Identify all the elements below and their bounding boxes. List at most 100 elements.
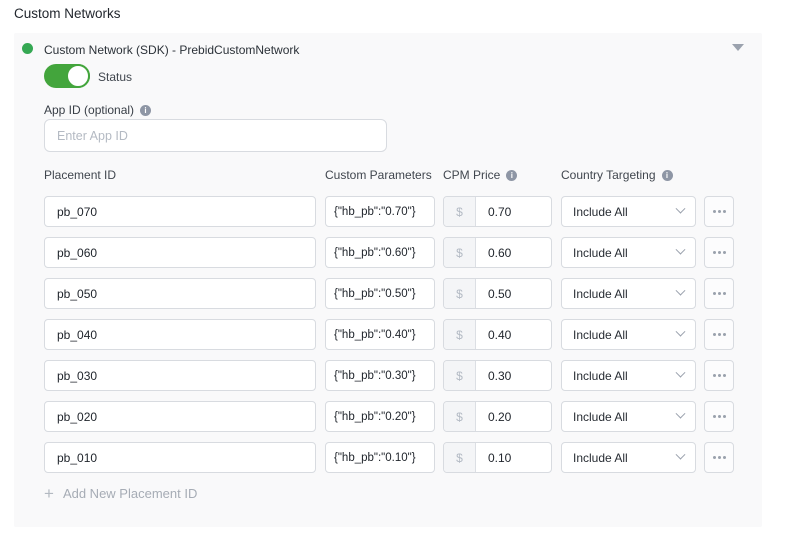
placement-id-input[interactable] [44,278,316,309]
currency-symbol: $ [444,238,476,267]
custom-network-panel: Custom Network (SDK) - PrebidCustomNetwo… [14,33,762,527]
custom-parameters-input[interactable] [325,319,435,350]
placement-row: $ Include All [44,442,734,473]
more-options-icon [713,333,726,336]
placement-id-input[interactable] [44,442,316,473]
currency-symbol: $ [444,361,476,390]
network-title: Custom Network (SDK) - PrebidCustomNetwo… [44,43,299,57]
chevron-down-icon [676,204,686,214]
country-targeting-select[interactable]: Include All [561,278,696,309]
more-options-button[interactable] [704,278,734,309]
cpm-price-field: $ [443,319,552,350]
add-placement-label: Add New Placement ID [63,486,197,501]
more-options-icon [713,210,726,213]
more-options-button[interactable] [704,237,734,268]
chevron-down-icon [676,245,686,255]
network-status-dot-icon [22,43,33,54]
placement-row: $ Include All [44,237,734,268]
placement-id-input[interactable] [44,401,316,432]
currency-symbol: $ [444,443,476,472]
cpm-price-field: $ [443,278,552,309]
placement-id-input[interactable] [44,319,316,350]
cpm-price-field: $ [443,360,552,391]
country-targeting-value: Include All [573,410,628,424]
column-header-text: Custom Parameters [325,168,432,182]
cpm-price-input[interactable] [476,197,551,226]
more-options-button[interactable] [704,360,734,391]
custom-parameters-input[interactable] [325,360,435,391]
app-id-input[interactable] [44,119,387,152]
custom-parameters-input[interactable] [325,442,435,473]
placement-id-input[interactable] [44,360,316,391]
more-options-icon [713,374,726,377]
column-header-cpm-price: CPM Price i [443,168,552,182]
more-options-button[interactable] [704,401,734,432]
column-header-text: CPM Price [443,168,500,182]
cpm-price-field: $ [443,196,552,227]
app-id-label: App ID (optional) i [44,103,151,117]
chevron-down-icon [676,286,686,296]
cpm-price-input[interactable] [476,402,551,431]
cpm-price-field: $ [443,237,552,268]
country-targeting-select[interactable]: Include All [561,237,696,268]
more-options-icon [713,456,726,459]
currency-symbol: $ [444,402,476,431]
page-title: Custom Networks [14,6,121,21]
info-icon[interactable]: i [140,105,151,116]
placement-row: $ Include All [44,196,734,227]
more-options-button[interactable] [704,319,734,350]
add-placement-button[interactable]: + Add New Placement ID [44,485,197,502]
cpm-price-input[interactable] [476,279,551,308]
column-header-text: Placement ID [44,168,116,182]
custom-parameters-input[interactable] [325,401,435,432]
status-label: Status [98,70,132,84]
status-toggle[interactable] [44,64,90,88]
currency-symbol: $ [444,320,476,349]
placement-id-input[interactable] [44,237,316,268]
currency-symbol: $ [444,197,476,226]
country-targeting-value: Include All [573,205,628,219]
column-header-placement-id: Placement ID [44,168,316,182]
chevron-down-icon [676,368,686,378]
country-targeting-select[interactable]: Include All [561,360,696,391]
country-targeting-select[interactable]: Include All [561,442,696,473]
placement-row: $ Include All [44,278,734,309]
more-options-icon [713,292,726,295]
placement-row: $ Include All [44,319,734,350]
custom-networks-page: Custom Networks Custom Network (SDK) - P… [0,0,798,541]
country-targeting-value: Include All [573,246,628,260]
country-targeting-value: Include All [573,287,628,301]
custom-parameters-input[interactable] [325,196,435,227]
chevron-down-icon [676,327,686,337]
country-targeting-select[interactable]: Include All [561,196,696,227]
chevron-down-icon [676,450,686,460]
chevron-down-icon [676,409,686,419]
plus-icon: + [44,485,54,502]
cpm-price-field: $ [443,401,552,432]
cpm-price-input[interactable] [476,238,551,267]
placements-table-body: $ Include All $ Include All $ [44,196,734,483]
placement-row: $ Include All [44,360,734,391]
placement-row: $ Include All [44,401,734,432]
app-id-label-text: App ID (optional) [44,103,134,117]
info-icon[interactable]: i [662,170,673,181]
column-header-country-targeting: Country Targeting i [561,168,696,182]
info-icon[interactable]: i [506,170,517,181]
country-targeting-value: Include All [573,328,628,342]
cpm-price-field: $ [443,442,552,473]
country-targeting-select[interactable]: Include All [561,401,696,432]
custom-parameters-input[interactable] [325,278,435,309]
custom-parameters-input[interactable] [325,237,435,268]
collapse-caret-icon[interactable] [732,44,744,51]
country-targeting-value: Include All [573,451,628,465]
cpm-price-input[interactable] [476,361,551,390]
country-targeting-value: Include All [573,369,628,383]
column-header-custom-parameters: Custom Parameters [325,168,435,182]
cpm-price-input[interactable] [476,320,551,349]
more-options-icon [713,415,726,418]
placement-id-input[interactable] [44,196,316,227]
more-options-button[interactable] [704,196,734,227]
cpm-price-input[interactable] [476,443,551,472]
more-options-button[interactable] [704,442,734,473]
country-targeting-select[interactable]: Include All [561,319,696,350]
